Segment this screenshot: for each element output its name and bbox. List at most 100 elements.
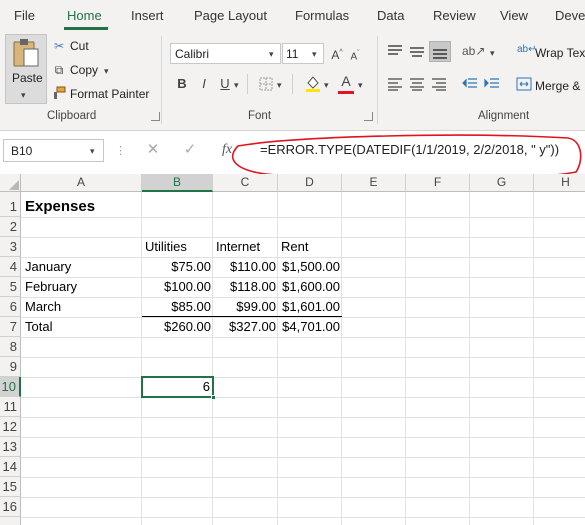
copy-button[interactable]: Copy (70, 63, 98, 77)
underline-button[interactable]: U (219, 76, 231, 92)
underline-dropdown-icon[interactable]: ▾ (234, 77, 239, 93)
wrap-text-button[interactable]: Wrap Tex (535, 46, 585, 60)
cell-b6[interactable]: $85.00 (142, 297, 213, 317)
row-header-16[interactable]: 16 (0, 497, 21, 517)
clipboard-launcher-icon[interactable] (151, 112, 160, 121)
cell-a4[interactable]: January (25, 257, 71, 277)
column-header-b[interactable]: B (142, 174, 213, 192)
tab-page-layout[interactable]: Page Layout (194, 8, 267, 23)
increase-font-size-icon[interactable]: A^ (330, 45, 344, 63)
cell-b4[interactable]: $75.00 (142, 257, 213, 277)
orientation-icon[interactable]: ab↗ (462, 43, 485, 59)
cell-c4[interactable]: $110.00 (213, 257, 278, 277)
align-right-icon[interactable] (431, 77, 447, 91)
increase-indent-icon[interactable] (484, 77, 500, 91)
cell-a5[interactable]: February (25, 277, 77, 297)
chevron-down-icon[interactable]: ▾ (90, 143, 95, 159)
tab-developer[interactable]: Deve (555, 8, 585, 23)
row-header-14[interactable]: 14 (0, 457, 21, 477)
row-header-6[interactable]: 6 (0, 297, 21, 317)
group-divider (161, 36, 162, 124)
cell-c7[interactable]: $327.00 (213, 317, 278, 337)
cell-d6[interactable]: $1,601.00 (278, 297, 342, 317)
borders-icon[interactable] (259, 77, 273, 91)
fill-handle[interactable] (211, 395, 216, 400)
copy-dropdown-icon[interactable]: ▾ (104, 63, 109, 79)
tab-formulas[interactable]: Formulas (295, 8, 349, 23)
enter-icon[interactable]: ✓ (183, 142, 197, 158)
row-header-7[interactable]: 7 (0, 317, 21, 337)
row-header-5[interactable]: 5 (0, 277, 21, 297)
selected-cell-b10[interactable]: 6 (141, 376, 214, 398)
column-header-h[interactable]: H (534, 174, 585, 192)
cell-c5[interactable]: $118.00 (213, 277, 278, 297)
select-all-corner[interactable] (0, 174, 21, 192)
column-header-g[interactable]: G (470, 174, 534, 192)
borders-dropdown-icon[interactable]: ▾ (277, 77, 282, 93)
tab-data[interactable]: Data (377, 8, 404, 23)
column-header-f[interactable]: F (406, 174, 470, 192)
row-header-15[interactable]: 15 (0, 477, 21, 497)
align-middle-icon[interactable] (409, 44, 425, 58)
merge-center-button[interactable]: Merge & (535, 79, 580, 93)
column-header-a[interactable]: A (21, 174, 142, 192)
cell-d4[interactable]: $1,500.00 (278, 257, 342, 277)
align-bottom-button[interactable] (429, 41, 451, 62)
cell-b7[interactable]: $260.00 (142, 317, 213, 337)
cell-c6[interactable]: $99.00 (213, 297, 278, 317)
cell-b3-header[interactable]: Utilities (145, 237, 187, 257)
column-header-c[interactable]: C (213, 174, 278, 192)
bold-button[interactable]: B (176, 76, 188, 92)
decrease-indent-icon[interactable] (462, 77, 478, 91)
tab-file[interactable]: File (14, 8, 35, 23)
row-header-10[interactable]: 10 (0, 377, 21, 397)
clipboard-icon (13, 39, 39, 67)
cell-d3-header[interactable]: Rent (281, 237, 308, 257)
cell-a7[interactable]: Total (25, 317, 52, 337)
italic-button[interactable]: I (198, 76, 210, 92)
fill-color-icon[interactable] (305, 74, 321, 92)
font-name-select[interactable]: Calibri ▾ (170, 43, 281, 64)
cell-d7[interactable]: $4,701.00 (278, 317, 342, 337)
row-header-13[interactable]: 13 (0, 437, 21, 457)
cut-button[interactable]: Cut (70, 39, 89, 53)
row-header-8[interactable]: 8 (0, 337, 21, 357)
row-header-1[interactable]: 1 (0, 197, 21, 217)
row-header-9[interactable]: 9 (0, 357, 21, 377)
row-header-11[interactable]: 11 (0, 397, 21, 417)
align-top-icon[interactable] (387, 44, 403, 58)
gridline (21, 337, 585, 338)
cell-a1-title[interactable]: Expenses (25, 197, 95, 217)
font-launcher-icon[interactable] (364, 112, 373, 121)
gridline (21, 437, 585, 438)
cell-b5[interactable]: $100.00 (142, 277, 213, 297)
cancel-icon[interactable]: ✕ (146, 142, 160, 158)
font-color-dropdown-icon[interactable]: ▾ (358, 77, 363, 93)
more-options-icon[interactable]: ⋮ (115, 143, 126, 159)
tab-home[interactable]: Home (67, 8, 102, 23)
format-painter-button[interactable]: Format Painter (70, 87, 149, 101)
row-header-4[interactable]: 4 (0, 257, 21, 277)
tab-insert[interactable]: Insert (131, 8, 164, 23)
column-header-d[interactable]: D (278, 174, 342, 192)
decrease-font-size-icon[interactable]: Aˇ (348, 46, 362, 65)
row-header-12[interactable]: 12 (0, 417, 21, 437)
row-header-3[interactable]: 3 (0, 237, 21, 257)
font-color-button[interactable]: A (339, 73, 353, 89)
orientation-dropdown-icon[interactable]: ▾ (490, 45, 495, 61)
divider (292, 74, 293, 94)
paste-button[interactable]: Paste ▾ (5, 34, 47, 104)
gridline (21, 217, 585, 218)
tab-review[interactable]: Review (433, 8, 476, 23)
column-header-e[interactable]: E (342, 174, 406, 192)
row-header-2[interactable]: 2 (0, 217, 21, 237)
tab-view[interactable]: View (500, 8, 528, 23)
cell-a6[interactable]: March (25, 297, 61, 317)
fill-color-dropdown-icon[interactable]: ▾ (324, 77, 329, 93)
align-left-icon[interactable] (387, 77, 403, 91)
cell-c3-header[interactable]: Internet (216, 237, 260, 257)
name-box[interactable]: B10 ▾ (3, 139, 104, 162)
cell-d5[interactable]: $1,600.00 (278, 277, 342, 297)
align-center-icon[interactable] (409, 77, 425, 91)
font-size-select[interactable]: 11 ▾ (282, 43, 324, 64)
